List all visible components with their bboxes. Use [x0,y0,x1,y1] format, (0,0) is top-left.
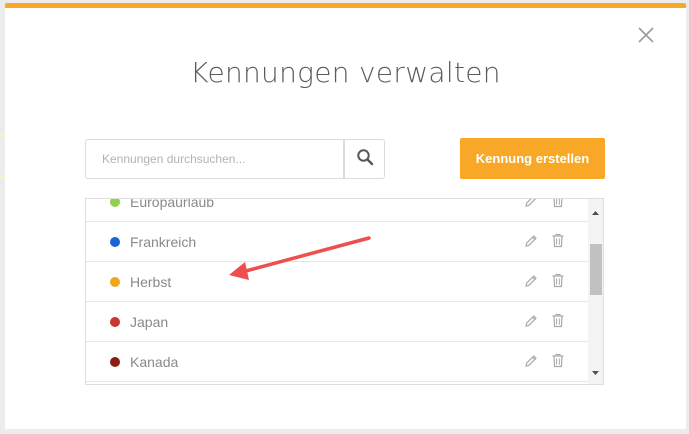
scrollbar[interactable] [588,199,603,384]
search-icon [356,148,374,171]
tag-label: Kanada [130,354,179,370]
tag-color-dot [110,277,120,287]
tag-label: Europaurlaub [130,198,215,210]
tag-row[interactable]: Europaurlaub [86,198,588,222]
trash-icon[interactable] [551,233,565,248]
tag-list: Europaurlaub Frankreich Herbst Japan Kanada [85,198,604,385]
tag-color-dot [110,199,120,207]
tag-label: Japan [130,314,169,330]
tag-label: Herbst [130,274,172,290]
trash-icon[interactable] [551,313,565,328]
search-input[interactable] [85,139,344,179]
pencil-icon[interactable] [524,199,538,208]
tag-row[interactable]: Japan [86,302,588,342]
tag-row[interactable]: Kanada [86,342,588,382]
scroll-down-arrow-icon[interactable] [588,365,603,375]
trash-icon[interactable] [551,199,565,208]
manage-tags-modal: Kennungen verwalten Kennung erstellen Eu… [5,3,686,429]
tag-label: Frankreich [130,234,197,250]
pencil-icon[interactable] [524,354,538,368]
tag-rows: Europaurlaub Frankreich Herbst Japan Kanada [86,198,588,382]
pencil-icon[interactable] [524,234,538,248]
tag-row[interactable]: Herbst [86,262,588,302]
trash-icon[interactable] [551,353,565,368]
create-tag-button[interactable]: Kennung erstellen [460,138,605,179]
tag-color-dot [110,357,120,367]
tag-color-dot [110,317,120,327]
pencil-icon[interactable] [524,274,538,288]
tag-color-dot [110,237,120,247]
trash-icon[interactable] [551,273,565,288]
close-icon[interactable] [636,25,656,45]
scrollbar-thumb[interactable] [590,244,602,295]
tag-row[interactable]: Frankreich [86,222,588,262]
modal-title: Kennungen verwalten [190,56,501,89]
scroll-up-arrow-icon[interactable] [588,205,603,215]
pencil-icon[interactable] [524,314,538,328]
search-button[interactable] [344,139,385,179]
